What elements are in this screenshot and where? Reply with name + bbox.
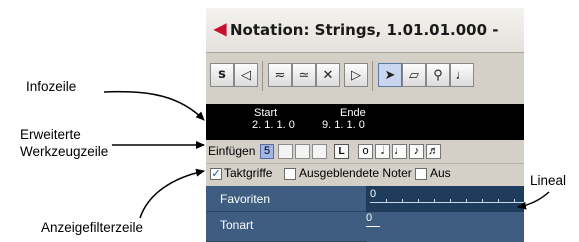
lineal-arrow: [517, 191, 550, 210]
infozeile-arrow: [103, 90, 205, 121]
anzeigefilterzeile-arrow: [139, 168, 205, 219]
callout-arrows: [103, 90, 550, 219]
